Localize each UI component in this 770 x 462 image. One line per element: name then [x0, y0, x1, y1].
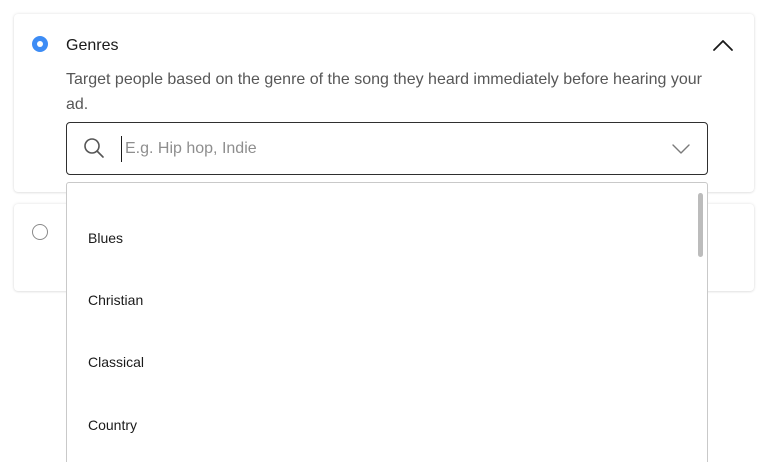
- genre-option-christian[interactable]: Christian: [88, 292, 143, 308]
- chevron-up-icon[interactable]: [712, 38, 734, 52]
- page: Genres Target people based on the genre …: [0, 0, 770, 462]
- dropdown-scrollbar[interactable]: [697, 183, 705, 462]
- genres-description: Target people based on the genre of the …: [66, 71, 702, 113]
- genre-search-input[interactable]: [121, 136, 645, 162]
- genres-radio[interactable]: [32, 36, 48, 52]
- genre-dropdown-list: Blues Christian Classical Country: [66, 182, 708, 462]
- genre-option-classical[interactable]: Classical: [88, 354, 144, 370]
- genre-option-country[interactable]: Country: [88, 417, 137, 433]
- dropdown-scrollbar-thumb[interactable]: [698, 193, 703, 257]
- second-targeting-radio[interactable]: [32, 224, 48, 240]
- genre-option-blues[interactable]: Blues: [88, 230, 123, 246]
- search-icon: [83, 137, 105, 159]
- chevron-down-icon[interactable]: [671, 142, 691, 154]
- genres-title: Genres: [66, 37, 119, 54]
- genre-search-select[interactable]: [66, 122, 708, 175]
